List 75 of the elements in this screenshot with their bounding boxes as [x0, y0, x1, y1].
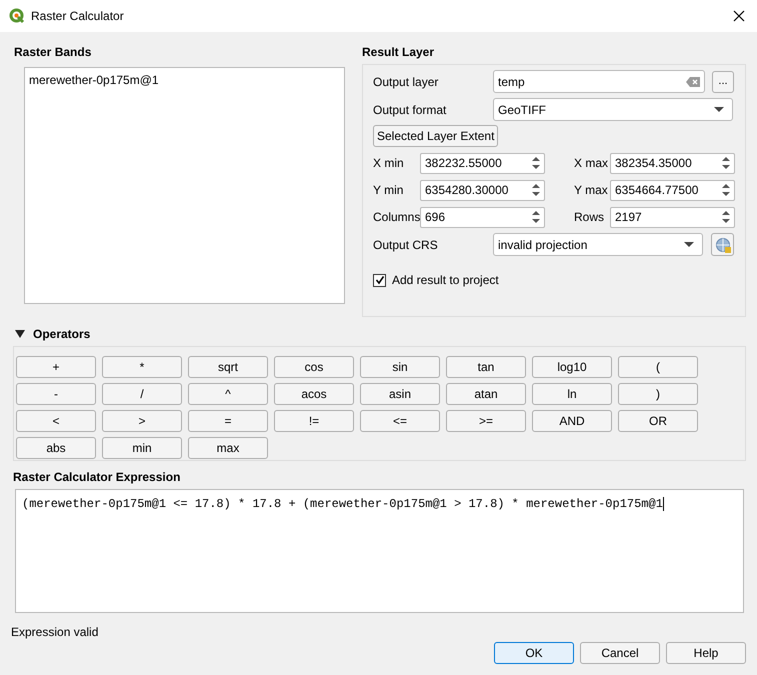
- spin-arrows-icon[interactable]: [720, 209, 732, 225]
- field-label: Y max: [574, 182, 609, 199]
- operator-button[interactable]: <=: [360, 410, 440, 432]
- number-spinbox[interactable]: 382354.35000: [610, 152, 735, 174]
- operator-button[interactable]: acos: [274, 383, 354, 405]
- operator-button[interactable]: ^: [188, 383, 268, 405]
- dropdown-arrow-icon: [684, 242, 694, 248]
- browse-button[interactable]: ...: [712, 70, 734, 92]
- field-label: Columns: [373, 209, 420, 226]
- operator-button[interactable]: cos: [274, 356, 354, 378]
- operator-button[interactable]: max: [188, 437, 268, 459]
- operator-button[interactable]: OR: [618, 410, 698, 432]
- section-title: Raster Calculator Expression: [13, 469, 182, 485]
- field-label: Output layer: [373, 74, 440, 90]
- operator-button[interactable]: *: [102, 356, 182, 378]
- expression-editor[interactable]: (merewether-0p175m@1 <= 17.8) * 17.8 + (merewether-0p175m@1 > 17.8) * merewether-0p175m@1: [15, 489, 744, 613]
- number-spinbox[interactable]: 696: [420, 206, 545, 228]
- operator-button[interactable]: ): [618, 383, 698, 405]
- band-item[interactable]: merewether-0p175m@1: [29, 71, 340, 89]
- field-label: Rows: [574, 209, 606, 226]
- expand-arrow-icon[interactable]: [15, 330, 25, 338]
- operator-button[interactable]: ln: [532, 383, 612, 405]
- dialog-button[interactable]: OK: [494, 642, 574, 664]
- clear-icon[interactable]: [686, 76, 700, 86]
- operator-button[interactable]: -: [16, 383, 96, 405]
- operator-button[interactable]: min: [102, 437, 182, 459]
- status-text: Expression valid: [11, 624, 100, 638]
- operator-button[interactable]: sin: [360, 356, 440, 378]
- selected-layer-extent-button[interactable]: Selected Layer Extent: [373, 125, 498, 147]
- operator-button[interactable]: tan: [446, 356, 526, 378]
- output-format-dropdown[interactable]: GeoTIFF: [493, 98, 733, 121]
- number-spinbox[interactable]: 2197: [610, 206, 735, 228]
- operator-button[interactable]: !=: [274, 410, 354, 432]
- operator-button[interactable]: AND: [532, 410, 612, 432]
- dialog-button[interactable]: Cancel: [580, 642, 660, 664]
- operator-button[interactable]: atan: [446, 383, 526, 405]
- spin-arrows-icon[interactable]: [720, 155, 732, 171]
- section-title: Operators: [33, 326, 90, 342]
- crs-select-button[interactable]: [711, 233, 734, 256]
- dropdown-arrow-icon: [714, 106, 724, 112]
- section-title: Raster Bands: [14, 44, 92, 60]
- window-title: Raster Calculator: [31, 8, 124, 25]
- operator-button[interactable]: asin: [360, 383, 440, 405]
- field-label: X max: [574, 155, 610, 172]
- checkbox-label: Add result to project: [392, 272, 499, 289]
- operator-button[interactable]: sqrt: [188, 356, 268, 378]
- field-label: X min: [373, 155, 405, 172]
- spin-arrows-icon[interactable]: [530, 155, 542, 171]
- operator-button[interactable]: /: [102, 383, 182, 405]
- dialog-button[interactable]: Help: [666, 642, 746, 664]
- operator-button[interactable]: log10: [532, 356, 612, 378]
- globe-icon: [714, 236, 730, 252]
- number-spinbox[interactable]: 6354664.77500: [610, 180, 735, 200]
- spin-arrows-icon[interactable]: [530, 182, 542, 198]
- number-spinbox[interactable]: 6354280.30000: [420, 180, 545, 200]
- output-layer-field[interactable]: temp: [493, 70, 705, 93]
- app-logo-icon: [9, 8, 25, 24]
- field-label: Y min: [373, 182, 404, 199]
- output-crs-dropdown[interactable]: invalid projection: [493, 233, 703, 256]
- operator-button[interactable]: <: [16, 410, 96, 432]
- operator-button[interactable]: +: [16, 356, 96, 378]
- spin-arrows-icon[interactable]: [530, 209, 542, 225]
- number-spinbox[interactable]: 382232.55000: [420, 152, 545, 174]
- operator-button[interactable]: >: [102, 410, 182, 432]
- close-icon[interactable]: [733, 10, 745, 22]
- checkbox[interactable]: [373, 274, 386, 286]
- operator-button[interactable]: =: [188, 410, 268, 432]
- operator-button[interactable]: abs: [16, 437, 96, 459]
- section-title: Result Layer: [362, 44, 436, 60]
- field-label: Output CRS: [373, 236, 439, 254]
- spin-arrows-icon[interactable]: [720, 182, 732, 198]
- operator-button[interactable]: >=: [446, 410, 526, 432]
- operator-button[interactable]: (: [618, 356, 698, 378]
- field-label: Output format: [373, 102, 448, 118]
- checkmark-icon: [374, 275, 384, 285]
